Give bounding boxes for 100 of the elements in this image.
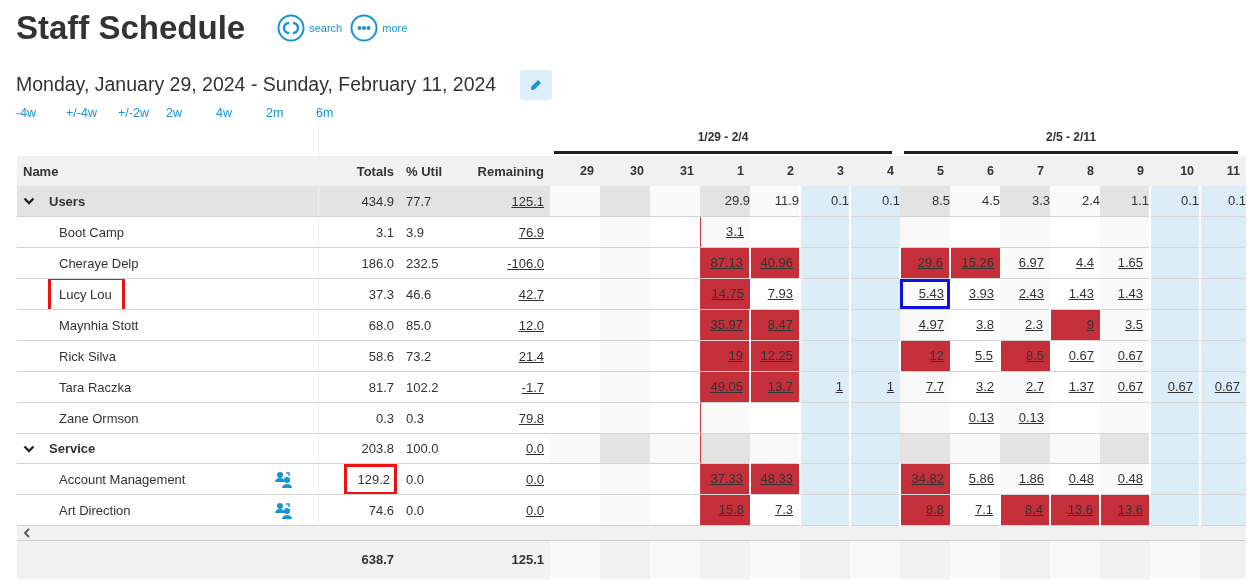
column-header: Totals [356, 163, 394, 179]
table-cell: 100.0 [406, 441, 439, 457]
hours-link[interactable]: 0.13 [950, 403, 1001, 433]
remaining-link[interactable]: 76.9 [518, 224, 544, 240]
day-header: 10 [1180, 163, 1195, 178]
row-name: Tara Raczka [59, 378, 132, 397]
remaining-link[interactable]: 0.0 [525, 502, 544, 518]
people-icon[interactable] [274, 470, 292, 488]
day-header: 2 [787, 163, 794, 178]
hours-link[interactable]: 7.93 [750, 279, 799, 309]
table-cell: 77.7 [406, 193, 432, 209]
hours-link[interactable]: 0.67 [1152, 372, 1200, 402]
hours-link[interactable]: 5.5 [950, 341, 1000, 371]
more-icon[interactable] [350, 13, 379, 42]
hours-link[interactable]: 1 [802, 372, 849, 402]
remaining-link[interactable]: 0.0 [525, 471, 544, 487]
table-cell: 3.1 [375, 224, 394, 240]
day-header: 31 [680, 163, 694, 178]
hours-link[interactable]: 1.65 [1100, 248, 1150, 278]
range-link[interactable]: -4w [16, 103, 66, 123]
hours-link[interactable]: 7.7 [900, 372, 951, 402]
hours-link[interactable]: 0.67 [1202, 372, 1247, 402]
table-cell: 74.6 [368, 502, 394, 518]
range-link[interactable]: 4w [216, 103, 266, 123]
day-total: 11.9 [750, 186, 800, 216]
pencil-icon [530, 78, 543, 91]
day-header: 5 [937, 163, 945, 178]
table-cell: 129.2 [347, 466, 394, 492]
range-link[interactable]: +/-2w [118, 103, 166, 123]
hours-link[interactable]: 1.37 [1050, 372, 1101, 402]
day-header: 3 [837, 163, 844, 178]
row-name: Cheraye Delp [59, 254, 139, 273]
row-name: Art Direction [59, 501, 131, 520]
hours-link[interactable]: 2.43 [1000, 279, 1051, 309]
hours-link[interactable]: 2.3 [1000, 310, 1050, 340]
people-icon[interactable] [274, 501, 292, 519]
group-name: Service [49, 440, 96, 459]
more-link[interactable]: more [382, 19, 408, 37]
hours-link[interactable]: 7.3 [750, 495, 799, 525]
table-cell: 232.5 [406, 255, 439, 271]
group-name: Users [49, 192, 86, 211]
table-cell: 46.6 [406, 286, 432, 302]
range-link[interactable]: 2w [166, 103, 216, 123]
table-cell: 0.3 [375, 410, 394, 426]
hours-link[interactable]: 3.5 [1100, 310, 1150, 340]
table-cell: 186.0 [361, 255, 394, 271]
table-cell: 3.9 [406, 224, 425, 240]
remaining-link[interactable]: -106.0 [507, 255, 544, 271]
hours-link[interactable]: 0.13 [1000, 403, 1051, 433]
remaining-link[interactable]: 42.7 [518, 286, 544, 302]
hours-link[interactable]: 3.8 [950, 310, 1001, 340]
chevron-icon[interactable] [23, 197, 35, 206]
hours-link[interactable]: 0.48 [1050, 464, 1101, 494]
remaining-link[interactable]: -1.7 [521, 379, 544, 395]
edit-button[interactable] [520, 69, 553, 100]
footer-total: 638.7 [361, 552, 394, 568]
row-name: Boot Camp [59, 223, 125, 242]
range-link[interactable]: 2m [266, 103, 316, 123]
hours-link[interactable]: 3.93 [950, 279, 1001, 309]
search-icon[interactable] [277, 13, 306, 42]
hours-link[interactable]: 0.67 [1100, 372, 1150, 402]
hours-link[interactable]: 2.7 [1000, 372, 1051, 402]
hours-link[interactable]: 3.2 [950, 372, 1001, 402]
hours-link[interactable]: 0.67 [1050, 341, 1101, 371]
table-cell: 37.3 [368, 286, 394, 302]
hours-link[interactable]: 1.43 [1050, 279, 1101, 309]
hours-link[interactable]: 4.4 [1050, 248, 1101, 278]
remaining-link[interactable]: 0.0 [525, 441, 544, 457]
hours-link[interactable]: 1.86 [1000, 464, 1051, 494]
row-name: Lucy Lou [51, 279, 122, 309]
page-title: Staff Schedule [16, 8, 246, 48]
hours-link[interactable]: 0.67 [1100, 341, 1150, 371]
hours-link[interactable]: 5.86 [950, 464, 1001, 494]
hours-link[interactable]: 6.97 [1000, 248, 1051, 278]
range-link[interactable]: 6m [316, 103, 366, 123]
column-header: Remaining [477, 163, 544, 179]
hours-link[interactable]: 7.1 [950, 495, 1000, 525]
table-cell: 68.0 [368, 317, 394, 333]
hours-link[interactable]: 3.1 [701, 217, 750, 247]
column-header: Name [23, 163, 59, 179]
remaining-link[interactable]: 79.8 [518, 410, 544, 426]
chevron-icon[interactable] [23, 444, 35, 453]
date-range: Monday, January 29, 2024 - Sunday, February 11, 2024 [16, 72, 497, 97]
table-cell: 0.0 [406, 471, 425, 487]
day-header: 4 [887, 163, 895, 178]
hours-link[interactable]: 1 [852, 372, 901, 402]
table-cell: 85.0 [406, 317, 432, 333]
remaining-link[interactable]: 21.4 [518, 348, 544, 364]
hours-link[interactable]: 1.43 [1100, 279, 1150, 309]
day-total: 8.5 [900, 186, 951, 216]
day-header: 11 [1226, 163, 1241, 178]
hours-link[interactable]: 0.48 [1100, 464, 1150, 494]
remaining-link[interactable]: 12.0 [518, 317, 544, 333]
search-link[interactable]: search [309, 19, 343, 37]
hours-link[interactable]: 5.43 [900, 279, 951, 309]
day-header: 30 [630, 163, 644, 178]
hours-link[interactable]: 4.97 [900, 310, 951, 340]
range-link[interactable]: +/-4w [66, 103, 118, 123]
day-total: 4.5 [950, 186, 1001, 216]
day-total: 29.9 [700, 186, 750, 216]
